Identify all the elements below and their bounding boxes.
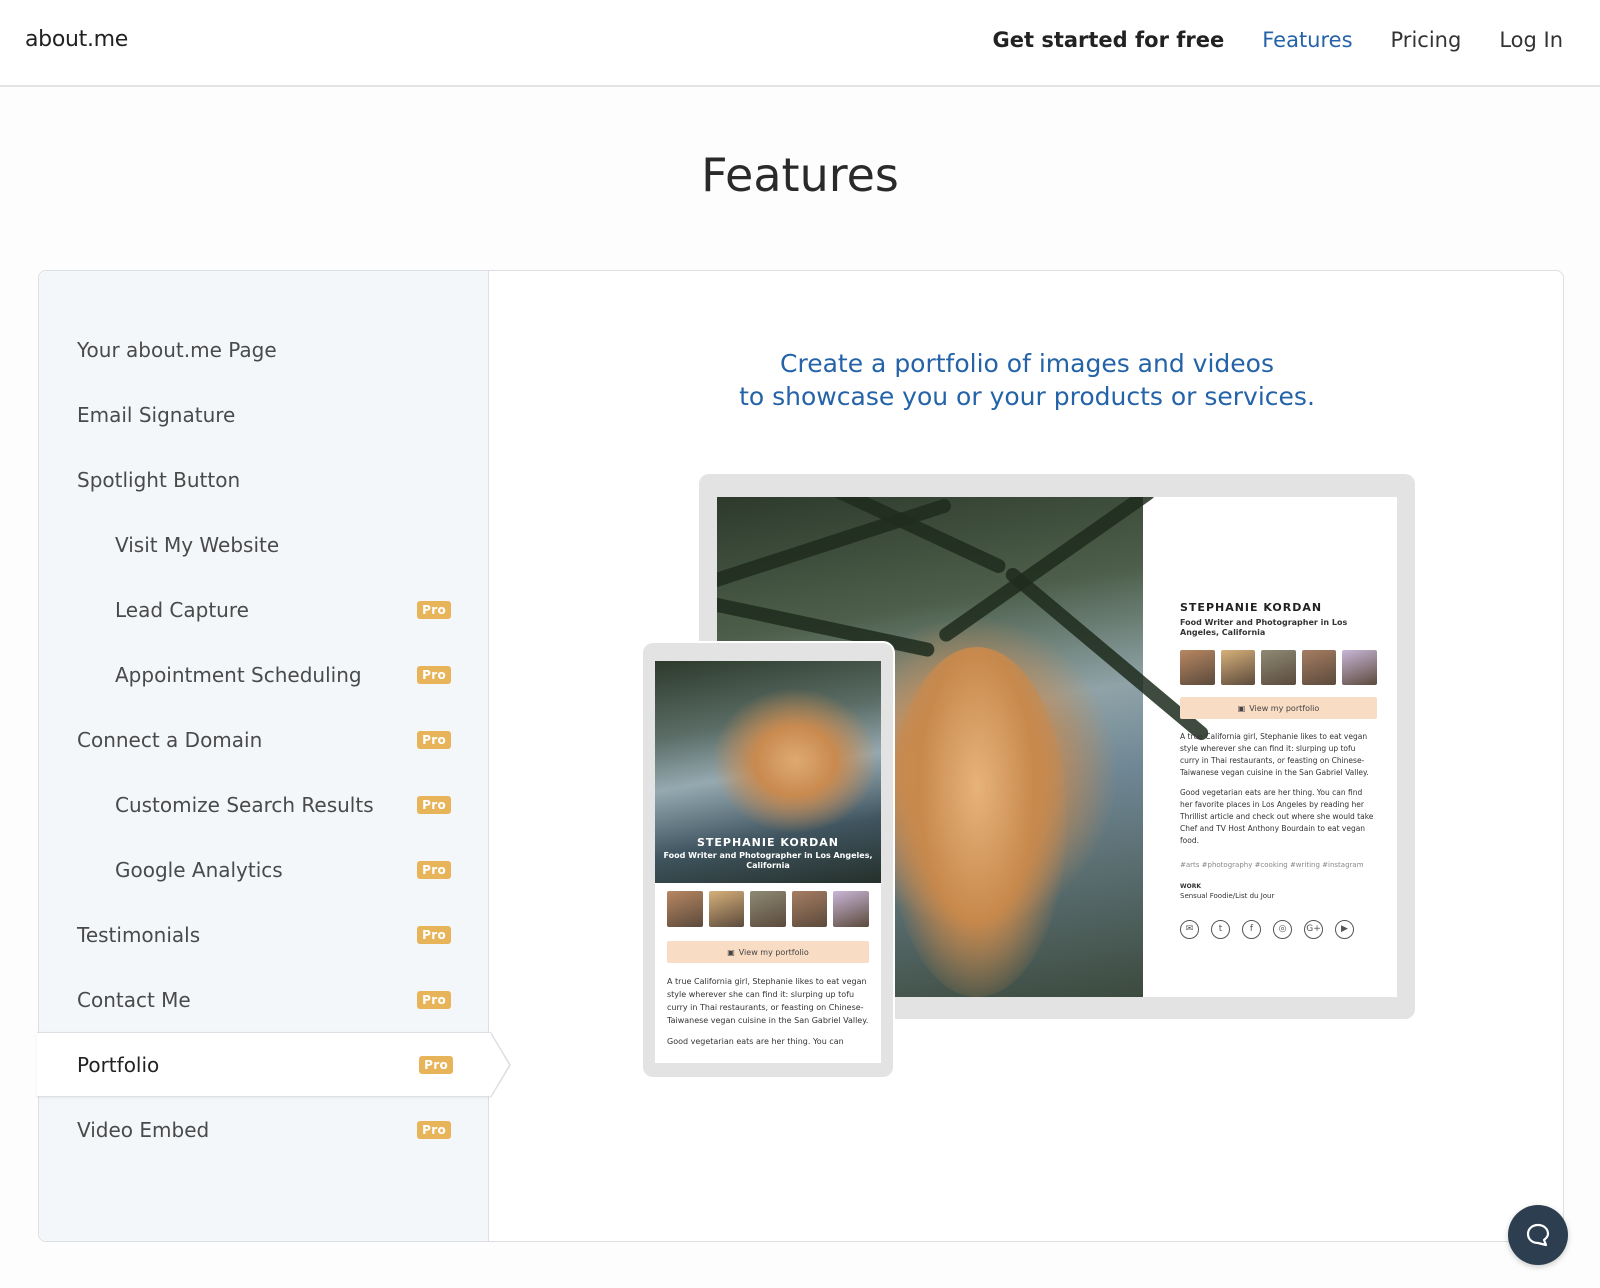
profile-name: STEPHANIE KORDAN xyxy=(1180,601,1323,614)
portfolio-thumbnail[interactable] xyxy=(708,891,745,927)
profile-photo-small: STEPHANIE KORDAN Food Writer and Photogr… xyxy=(655,661,881,883)
camera-icon: ▣ xyxy=(1237,703,1246,713)
twitter-icon[interactable]: t xyxy=(1211,920,1230,939)
login-link[interactable]: Log In xyxy=(1499,28,1563,52)
pro-badge: Pro xyxy=(417,730,451,749)
sidebar-item-label: Appointment Scheduling xyxy=(115,662,362,687)
sidebar-item-label: Video Embed xyxy=(77,1117,210,1142)
tablet-view-portfolio-button[interactable]: ▣ View my portfolio xyxy=(667,941,869,963)
sidebar-item-label: Spotlight Button xyxy=(77,467,241,492)
sidebar-item-customize-search-results[interactable]: Customize Search Results Pro xyxy=(39,772,489,837)
sidebar-item-testimonials[interactable]: Testimonials Pro xyxy=(39,902,489,967)
main-nav: Get started for free Features Pricing Lo… xyxy=(992,28,1563,52)
sidebar-item-lead-capture[interactable]: Lead Capture Pro xyxy=(39,577,489,642)
facebook-icon[interactable]: f xyxy=(1242,920,1261,939)
pro-badge: Pro xyxy=(417,795,451,814)
sidebar-item-label: Google Analytics xyxy=(115,857,283,882)
portfolio-thumbnail[interactable] xyxy=(1261,650,1296,685)
sidebar-item-video-embed[interactable]: Video Embed Pro xyxy=(39,1097,489,1162)
tablet-profile-name: STEPHANIE KORDAN xyxy=(696,836,840,849)
work-value: Sensual Foodie/List du Jour xyxy=(1180,892,1275,900)
profile-bio-1: A true California girl, Stephanie likes … xyxy=(1180,732,1369,777)
sidebar-item-visit-my-website[interactable]: Visit My Website xyxy=(39,512,489,577)
feature-content: Create a portfolio of images and videos … xyxy=(489,271,1565,1241)
sidebar-item-label: Visit My Website xyxy=(115,532,280,557)
portfolio-thumbnail[interactable] xyxy=(1180,650,1215,685)
social-icons: ✉ t f ◎ G+ ▶ xyxy=(1180,920,1377,939)
pricing-link[interactable]: Pricing xyxy=(1391,28,1462,52)
pro-badge: Pro xyxy=(417,600,451,619)
sidebar-item-contact-me[interactable]: Contact Me Pro xyxy=(39,967,489,1032)
sidebar-item-label: Your about.me Page xyxy=(77,337,277,362)
camera-icon: ▣ xyxy=(727,947,735,957)
profile-card: STEPHANIE KORDAN Food Writer and Photogr… xyxy=(1154,497,1397,997)
sidebar-item-label: Testimonials xyxy=(77,922,201,947)
get-started-link[interactable]: Get started for free xyxy=(992,28,1224,52)
tablet-profile-bio-2: Good vegetarian eats are her thing. You … xyxy=(667,1037,844,1046)
portfolio-thumbnail[interactable] xyxy=(750,891,786,927)
tablet-screen: STEPHANIE KORDAN Food Writer and Photogr… xyxy=(655,661,881,1063)
sidebar-item-portfolio[interactable]: Portfolio Pro xyxy=(37,1032,511,1098)
sidebar-item-your-about-me-page[interactable]: Your about.me Page xyxy=(39,317,489,382)
tablet-portfolio-thumbnails xyxy=(667,891,869,927)
features-menu: Your about.me Page Email Signature Spotlig… xyxy=(37,317,511,1162)
google-plus-icon[interactable]: G+ xyxy=(1304,920,1323,939)
sidebar-item-label: Customize Search Results xyxy=(115,792,374,817)
work-label: WORK xyxy=(1180,883,1201,890)
pro-badge: Pro xyxy=(417,665,451,684)
sidebar-item-label: Email Signature xyxy=(77,402,236,427)
sidebar-item-label: Portfolio xyxy=(77,1052,160,1077)
feature-tagline: Create a portfolio of images and videos … xyxy=(489,347,1565,413)
page-title: Features xyxy=(701,148,899,202)
sidebar-item-spotlight-button[interactable]: Spotlight Button xyxy=(39,447,489,512)
portfolio-thumbnail[interactable] xyxy=(791,891,828,927)
portfolio-thumbnail[interactable] xyxy=(667,891,703,927)
profile-role: Food Writer and Photographer in Los Ange… xyxy=(1180,618,1348,637)
sidebar-item-label: Lead Capture xyxy=(115,597,249,622)
sidebar-item-label: Contact Me xyxy=(77,987,191,1012)
features-panel: Your about.me Page Email Signature Spotlig… xyxy=(37,270,1565,1242)
profile-bio-2: Good vegetarian eats are her thing. You … xyxy=(1180,788,1374,845)
top-navigation-bar: about.me Get started for free Features P… xyxy=(0,0,1600,87)
profile-tags: #arts #photography #cooking #writing #in… xyxy=(1180,861,1364,869)
pro-badge: Pro xyxy=(419,1055,453,1074)
sidebar-item-connect-a-domain[interactable]: Connect a Domain Pro xyxy=(39,707,489,772)
pro-badge: Pro xyxy=(417,925,451,944)
portfolio-thumbnail[interactable] xyxy=(1301,650,1337,685)
tablet-view-portfolio-label: View my portfolio xyxy=(738,947,809,957)
tablet-profile-bio-1: A true California girl, Stephanie likes … xyxy=(667,977,869,1025)
pro-badge: Pro xyxy=(417,990,451,1009)
features-sidebar: Your about.me Page Email Signature Spotlig… xyxy=(37,271,511,1241)
portfolio-thumbnail[interactable] xyxy=(1342,650,1377,685)
youtube-icon[interactable]: ▶ xyxy=(1335,920,1354,939)
sidebar-item-google-analytics[interactable]: Google Analytics Pro xyxy=(39,837,489,902)
pro-badge: Pro xyxy=(417,1120,451,1139)
chat-button[interactable] xyxy=(1508,1205,1568,1265)
email-icon[interactable]: ✉ xyxy=(1180,920,1199,939)
sidebar-item-appointment-scheduling[interactable]: Appointment Scheduling Pro xyxy=(39,642,489,707)
portfolio-thumbnail[interactable] xyxy=(833,891,869,927)
pro-badge: Pro xyxy=(417,860,451,879)
sidebar-item-email-signature[interactable]: Email Signature xyxy=(39,382,489,447)
portfolio-thumbnails xyxy=(1180,650,1377,685)
view-portfolio-label: View my portfolio xyxy=(1249,703,1320,713)
tablet-profile-role: Food Writer and Photographer in Los Ange… xyxy=(663,851,873,870)
instagram-icon[interactable]: ◎ xyxy=(1273,920,1292,939)
view-portfolio-button[interactable]: ▣ View my portfolio xyxy=(1180,697,1377,719)
features-link[interactable]: Features xyxy=(1262,28,1352,52)
tablet-mockup: STEPHANIE KORDAN Food Writer and Photogr… xyxy=(643,643,893,1077)
sidebar-item-label: Connect a Domain xyxy=(77,727,263,752)
tagline-line-1: Create a portfolio of images and videos xyxy=(780,349,1274,378)
portfolio-thumbnail[interactable] xyxy=(1220,650,1256,685)
chat-bubble-icon xyxy=(1526,1223,1550,1247)
tagline-line-2: to showcase you or your products or serv… xyxy=(739,382,1315,411)
about-me-logo[interactable]: about.me xyxy=(25,27,128,52)
